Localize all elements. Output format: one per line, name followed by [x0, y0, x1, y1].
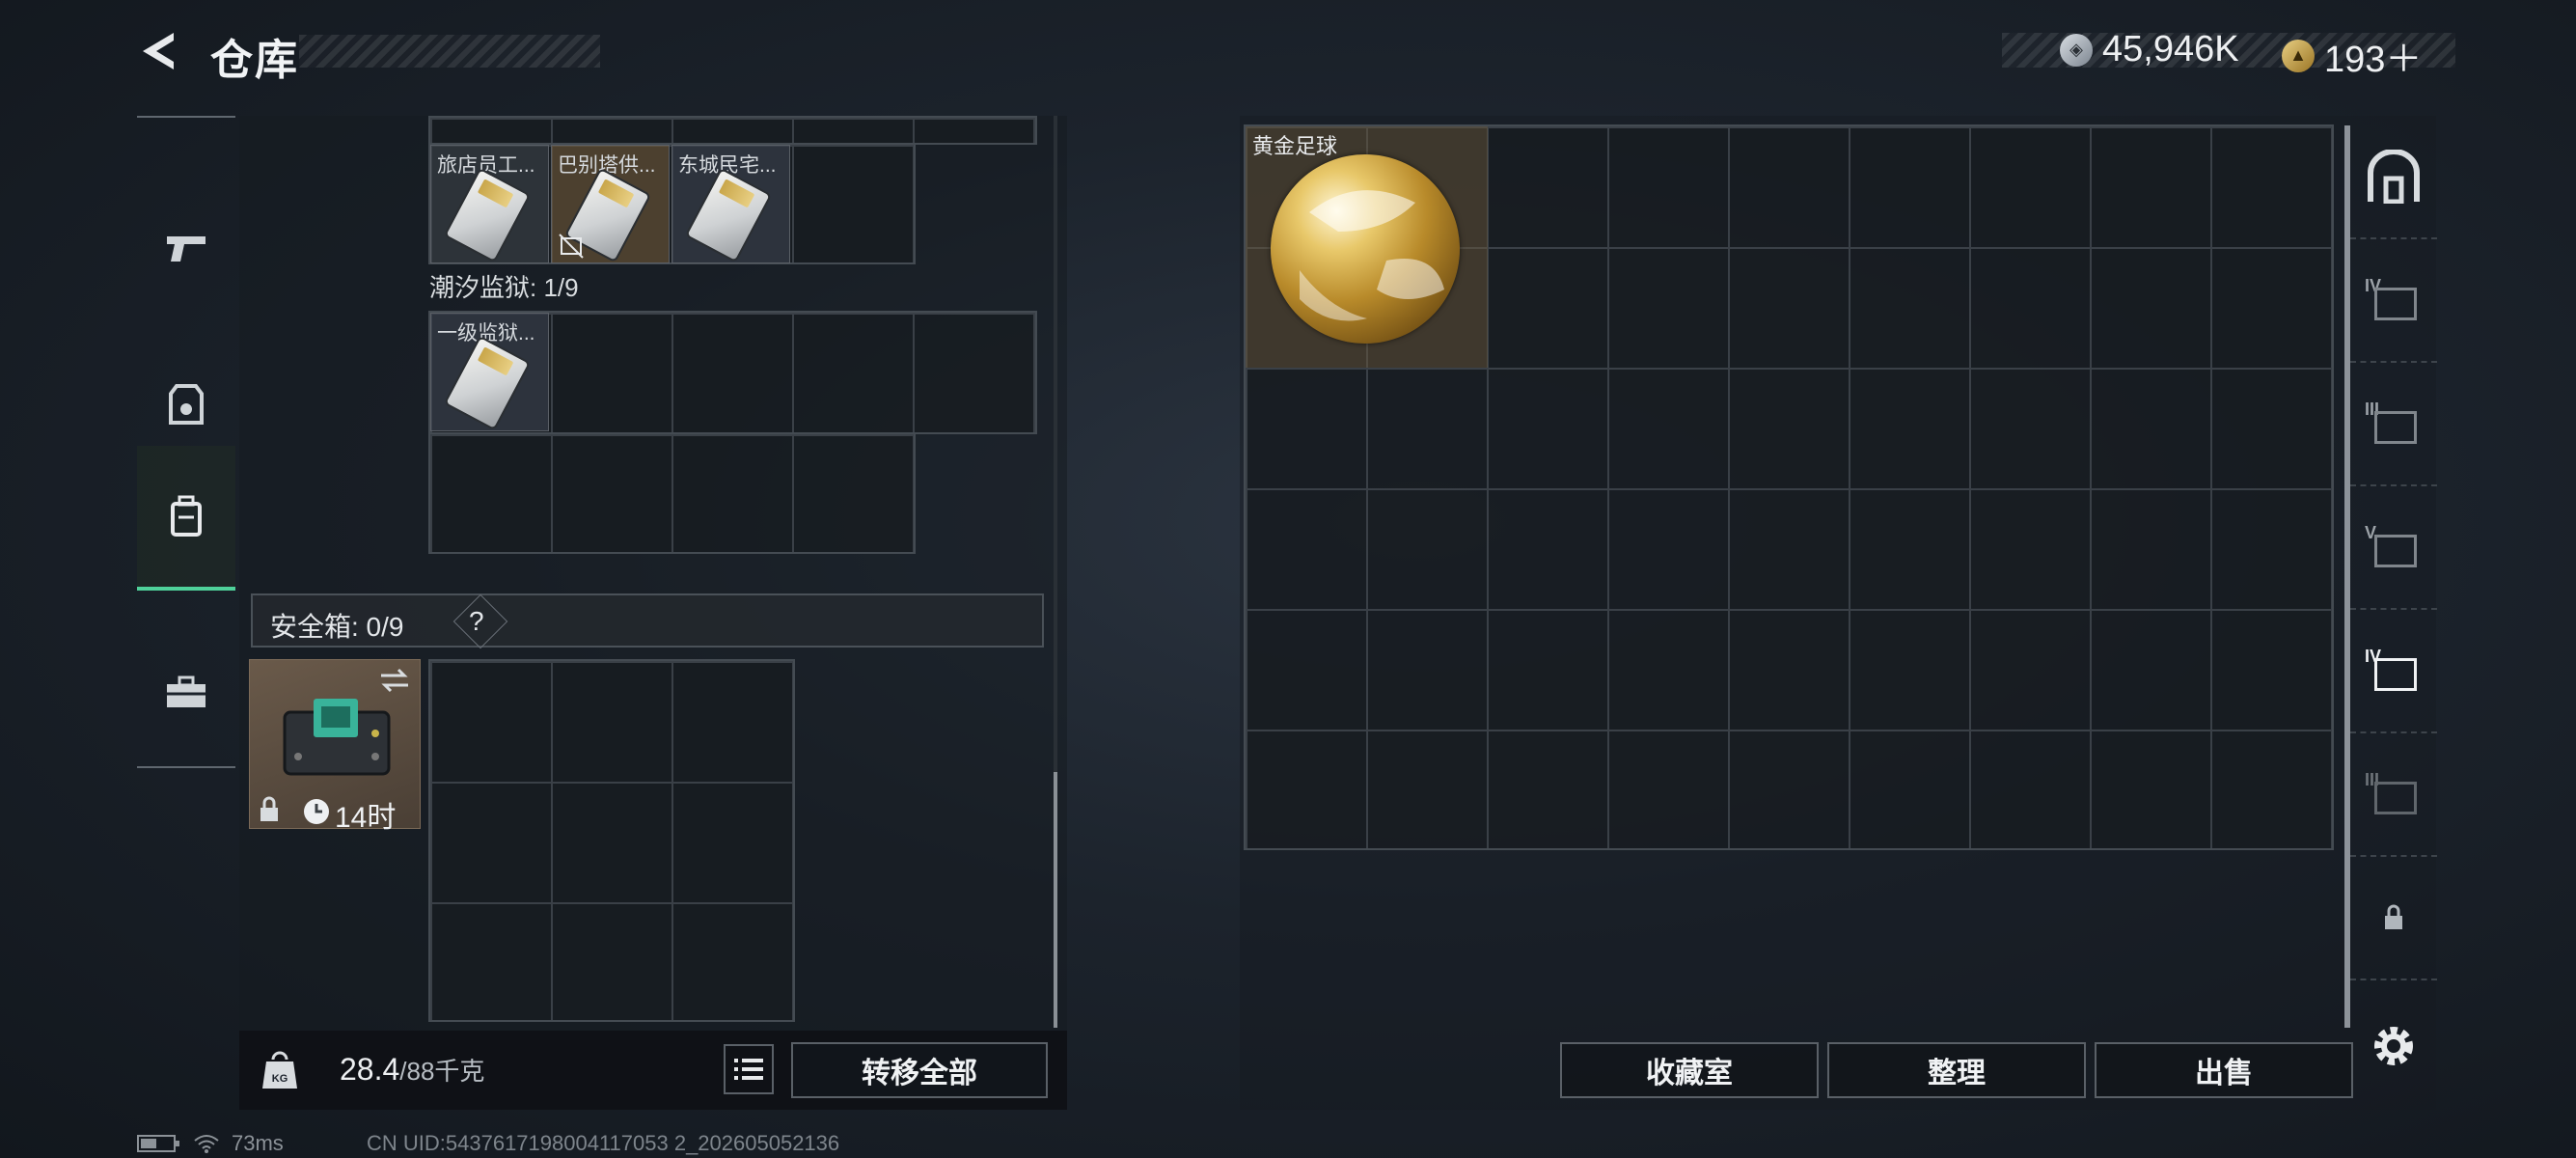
- toolbox-icon: [167, 676, 206, 707]
- safe-box-label: 安全箱: 0/9: [270, 612, 404, 642]
- storage-tab-icon: III: [2365, 400, 2423, 448]
- category-weapons[interactable]: [137, 176, 235, 320]
- gear-icon[interactable]: [2369, 1021, 2419, 1071]
- help-icon: ?: [469, 606, 484, 636]
- title-decoration: [299, 35, 600, 68]
- storage-tab-icon: IV: [2365, 276, 2423, 324]
- pistol-icon: [167, 236, 206, 262]
- currency-gold: ▲ 193＋: [2282, 29, 2422, 82]
- currency-silver: ◈ 45,946K: [2060, 29, 2239, 70]
- armor-icon: [169, 384, 204, 425]
- storage-tab-bar: IV III V IV III: [2350, 116, 2437, 1028]
- weight-icon: KG: [262, 1051, 297, 1089]
- tab-vault[interactable]: [2350, 116, 2437, 239]
- lock-icon: [260, 796, 278, 821]
- status-footer: 73ms: [137, 1131, 284, 1156]
- swap-icon[interactable]: [377, 666, 412, 695]
- sell-button[interactable]: 出售: [2095, 1042, 2353, 1098]
- collection-room-button[interactable]: 收藏室: [1560, 1042, 1819, 1098]
- weight-current: 28.4: [340, 1052, 400, 1087]
- tab-storage-iv-a[interactable]: IV: [2350, 239, 2437, 363]
- list-icon: [734, 1059, 763, 1080]
- transfer-all-button[interactable]: 转移全部: [791, 1042, 1048, 1098]
- safe-box-item[interactable]: 14时: [249, 659, 421, 834]
- no-trade-icon: [559, 234, 584, 259]
- weight-readout: 28.4/88千克: [340, 1052, 484, 1088]
- uid-text: CN UID:5437617198004117053 2_20260505213…: [367, 1131, 840, 1155]
- safe-case-icon: [283, 699, 391, 776]
- item-label: 黄金足球: [1252, 134, 1338, 158]
- svg-text:KG: KG: [272, 1073, 288, 1085]
- section-label: 潮汐监狱: 1/9: [429, 273, 579, 302]
- storage-tab-icon: IV: [2365, 647, 2423, 695]
- back-arrow-icon[interactable]: [135, 27, 183, 75]
- list-item[interactable]: 东城民宅...: [671, 145, 790, 263]
- keycard-icon: [443, 335, 532, 431]
- football-pattern: [1300, 190, 1444, 321]
- keycard-icon: [443, 167, 532, 263]
- gold-coin-icon: ▲: [2282, 39, 2315, 72]
- vault-icon: [2368, 150, 2420, 204]
- tab-storage-v[interactable]: V: [2350, 486, 2437, 610]
- item-grid-top-partial: [428, 116, 1037, 145]
- silver-coin-icon: ◈: [2060, 33, 2093, 67]
- ping-value: 73ms: [232, 1131, 284, 1155]
- tab-storage-iii-b[interactable]: III: [2350, 733, 2437, 857]
- safe-box-grid: [428, 659, 795, 1022]
- clock-icon: [304, 799, 329, 824]
- tab-storage-iv-active[interactable]: IV: [2350, 610, 2437, 733]
- category-sidebar: [137, 116, 235, 768]
- tab-storage-iii-a[interactable]: III: [2350, 363, 2437, 486]
- storage-tab-icon: III: [2365, 770, 2423, 818]
- left-scrollbar-thumb[interactable]: [1054, 772, 1057, 1028]
- keycard-icon: [684, 167, 773, 263]
- lock-icon: [2385, 904, 2402, 929]
- prison-grid-row2: [428, 432, 916, 554]
- backpack-icon: [171, 495, 202, 537]
- storage-tab-icon: V: [2365, 523, 2423, 571]
- battery-icon: [137, 1135, 179, 1152]
- list-view-button[interactable]: [724, 1044, 774, 1094]
- sort-button[interactable]: 整理: [1827, 1042, 2086, 1098]
- weight-max: /88千克: [399, 1057, 485, 1086]
- wifi-icon: [194, 1135, 219, 1153]
- page-title: 仓库: [210, 37, 299, 84]
- tab-locked[interactable]: [2350, 857, 2437, 980]
- list-item[interactable]: 旅店员工...: [430, 145, 549, 263]
- category-backpack[interactable]: [137, 446, 235, 591]
- currency-silver-value: 45,946K: [2102, 29, 2239, 69]
- list-item[interactable]: 一级监狱...: [430, 313, 549, 431]
- currency-gold-value: 193＋: [2324, 40, 2423, 80]
- list-item[interactable]: 巴别塔供...: [551, 145, 670, 263]
- safe-timer: 14时: [335, 802, 397, 834]
- category-toolbox[interactable]: [137, 620, 235, 764]
